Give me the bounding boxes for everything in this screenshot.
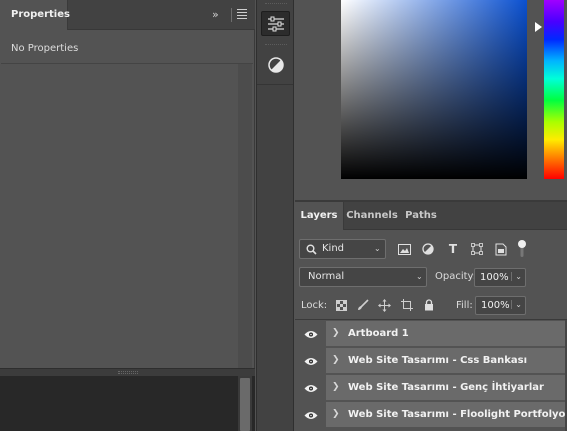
visibility-eye-icon[interactable] (295, 348, 326, 374)
layer-row[interactable]: ❯ Artboard 1 (295, 321, 565, 347)
blend-mode-value: Normal (308, 271, 345, 282)
layer-row[interactable]: ❯ Web Site Tasarımı - Genç İhtiyarlar (295, 375, 565, 401)
layers-tab-bar: Layers Channels Paths (295, 202, 567, 230)
lock-transparency-icon[interactable] (334, 298, 348, 312)
layer-name: Web Site Tasarımı - Css Bankası (348, 355, 528, 366)
hue-slider-marker[interactable] (535, 22, 542, 32)
expand-chevron-icon[interactable]: ❯ (332, 409, 340, 419)
tab-bar-divider (231, 8, 232, 22)
tab-channels[interactable]: Channels (344, 202, 400, 230)
lock-position-icon[interactable] (377, 298, 391, 312)
hue-slider[interactable] (544, 0, 564, 179)
visibility-eye-icon[interactable] (295, 402, 326, 428)
panel-resize-grip[interactable] (0, 368, 255, 376)
smart-object-filter-icon[interactable] (493, 241, 509, 257)
strip-grip[interactable] (265, 3, 287, 6)
properties-tab-bar: Properties » (0, 0, 255, 30)
collapse-panel-icon[interactable]: » (212, 8, 219, 21)
strip-divider (257, 84, 293, 85)
layer-name: Artboard 1 (348, 328, 409, 339)
layers-panel: Layers Channels Paths Kind ⌄ T Normal ⌄ … (295, 202, 567, 431)
blend-mode-select[interactable]: Normal ⌄ (299, 267, 427, 287)
adjustment-filter-icon[interactable] (420, 241, 436, 257)
collapsed-panel-strip (256, 0, 294, 431)
layer-row[interactable]: ❯ Web Site Tasarımı - Css Bankası (295, 348, 565, 374)
fill-field[interactable]: 100% ⌄ (475, 296, 526, 315)
lock-artboard-icon[interactable] (400, 298, 414, 312)
adjustments-sliders-icon[interactable] (261, 11, 290, 36)
opacity-value: 100% (480, 272, 509, 283)
expand-chevron-icon[interactable]: ❯ (332, 382, 340, 392)
layer-group-body[interactable]: ❯ Artboard 1 (326, 321, 565, 347)
visibility-eye-icon[interactable] (295, 321, 326, 347)
chevron-down-icon: ⌄ (374, 244, 381, 253)
opacity-label: Opacity: (435, 271, 477, 282)
properties-empty-message: No Properties (11, 43, 79, 54)
panel-menu-icon[interactable] (237, 9, 247, 21)
properties-panel: Properties » No Properties (0, 0, 255, 376)
filter-kind-select[interactable]: Kind ⌄ (299, 239, 386, 259)
layer-group-body[interactable]: ❯ Web Site Tasarımı - Floolight Portfoly… (326, 402, 565, 428)
strip-grip-secondary[interactable] (265, 44, 287, 47)
tab-layers[interactable]: Layers (295, 202, 344, 230)
shape-filter-icon[interactable] (469, 241, 485, 257)
type-filter-icon[interactable]: T (445, 241, 461, 257)
expand-chevron-icon[interactable]: ❯ (332, 328, 340, 338)
filter-toggle-switch[interactable] (517, 240, 527, 258)
image-filter-icon[interactable] (396, 241, 412, 257)
fill-label: Fill: (456, 300, 473, 311)
filter-kind-label: Kind (322, 243, 345, 254)
visibility-eye-icon[interactable] (295, 375, 326, 401)
chevron-down-icon[interactable]: ⌄ (511, 300, 522, 309)
layer-name: Web Site Tasarımı - Floolight Portfolyo (348, 409, 566, 420)
tab-properties[interactable]: Properties (0, 0, 70, 30)
expand-chevron-icon[interactable]: ❯ (332, 355, 340, 365)
chevron-down-icon: ⌄ (416, 272, 423, 281)
canvas-scrollbar-thumb[interactable] (240, 378, 250, 431)
chevron-down-icon[interactable]: ⌄ (511, 272, 522, 281)
layer-group-body[interactable]: ❯ Web Site Tasarımı - Genç İhtiyarlar (326, 375, 565, 401)
search-icon (306, 244, 317, 255)
lock-all-icon[interactable] (422, 298, 436, 312)
properties-scrollbar[interactable] (238, 64, 252, 368)
fill-value: 100% (481, 300, 510, 311)
document-canvas-area (0, 376, 255, 431)
layers-list-divider (295, 319, 567, 320)
color-panel (295, 0, 567, 200)
layer-row[interactable]: ❯ Web Site Tasarımı - Floolight Portfoly… (295, 402, 565, 428)
lock-image-icon[interactable] (356, 298, 370, 312)
layer-group-body[interactable]: ❯ Web Site Tasarımı - Css Bankası (326, 348, 565, 374)
color-adjustment-circle-icon[interactable] (261, 52, 290, 77)
color-field[interactable] (341, 0, 527, 179)
lock-label: Lock: (301, 300, 328, 311)
tab-paths[interactable]: Paths (400, 202, 442, 230)
properties-divider (1, 63, 253, 64)
opacity-field[interactable]: 100% ⌄ (474, 268, 526, 287)
layer-name: Web Site Tasarımı - Genç İhtiyarlar (348, 382, 544, 393)
